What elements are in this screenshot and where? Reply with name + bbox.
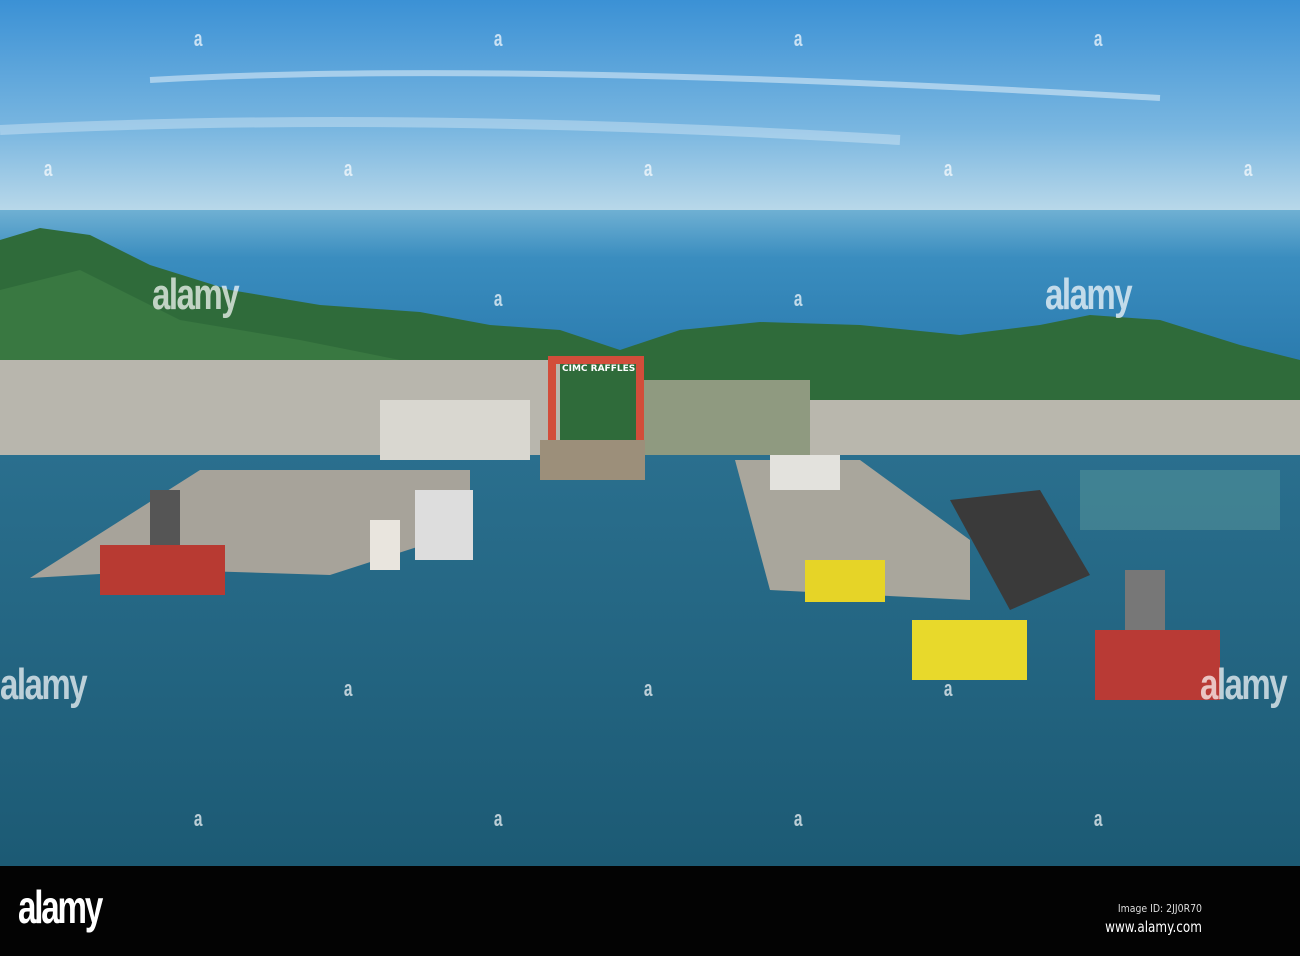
watermark-icon: a xyxy=(643,676,653,701)
watermark-icon: a xyxy=(943,676,953,701)
watermark-icon: a xyxy=(493,286,503,311)
watermark-icon: a xyxy=(793,286,803,311)
watermark: alamy xyxy=(0,660,88,709)
watermark-icon: a xyxy=(1093,806,1103,831)
watermark-icon: a xyxy=(943,156,953,181)
site-url: www.alamy.com xyxy=(1105,918,1202,936)
watermark-icon: a xyxy=(1243,156,1253,181)
alamy-logo: alamy xyxy=(18,881,103,933)
watermark-icon: a xyxy=(343,676,353,701)
aerial-shipyard-photo xyxy=(0,0,1300,866)
watermark-icon: a xyxy=(43,156,53,181)
watermark-icon: a xyxy=(193,806,203,831)
stock-photo: CIMC RAFFLES alamy alamy alamy alamy a a… xyxy=(0,0,1300,956)
watermark-icon: a xyxy=(793,26,803,51)
watermark: alamy xyxy=(152,270,240,319)
gantry-sign: CIMC RAFFLES xyxy=(562,364,636,374)
watermark-icon: a xyxy=(343,156,353,181)
watermark-icon: a xyxy=(493,806,503,831)
image-id: Image ID: 2JJ0R70 xyxy=(1117,902,1202,915)
watermark: alamy xyxy=(1045,270,1133,319)
watermark-icon: a xyxy=(493,26,503,51)
watermark-icon: a xyxy=(193,26,203,51)
watermark-icon: a xyxy=(1093,26,1103,51)
watermark-icon: a xyxy=(793,806,803,831)
watermark: alamy xyxy=(1200,660,1288,709)
footer-bar: alamy Image ID: 2JJ0R70 www.alamy.com xyxy=(0,866,1300,956)
watermark-icon: a xyxy=(643,156,653,181)
